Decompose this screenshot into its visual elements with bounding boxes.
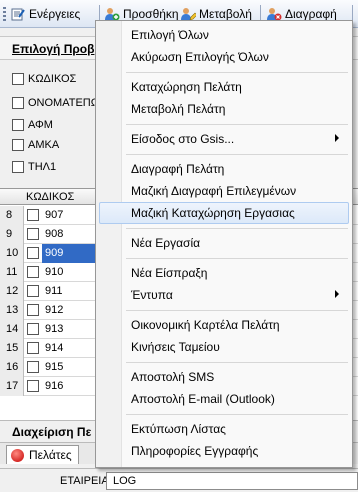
- filter-name[interactable]: ΟΝΟΜΑΤΕΠΩ: [12, 96, 99, 110]
- context-menu: Επιλογή Όλων Ακύρωση Επιλογής Όλων Καταχ…: [95, 20, 353, 468]
- menu-item-bulk-add-task[interactable]: Μαζική Καταχώρηση Εργασιας: [99, 202, 349, 224]
- menu-separator: [126, 72, 348, 73]
- edit-label: Μεταβολή: [199, 7, 252, 21]
- actions-label: Ενέργειες: [29, 7, 81, 21]
- menu-item-send-email[interactable]: Αποστολή E-mail (Outlook): [99, 388, 349, 410]
- menu-item-gsis-label: Είσοδος στο Gsis...: [131, 132, 235, 146]
- row-number: 9: [0, 225, 24, 244]
- row-checkbox[interactable]: [27, 304, 39, 316]
- row-number: 16: [0, 358, 24, 377]
- menu-item-cash-movements[interactable]: Κινήσεις Ταμείου: [99, 336, 349, 358]
- menu-item-record-info[interactable]: Πληροφορίες Εγγραφής: [99, 440, 349, 462]
- menu-item-forms-label: Έντυπα: [131, 288, 173, 302]
- menu-separator: [126, 414, 348, 415]
- row-number: 8: [0, 206, 24, 225]
- filter-label: ΟΝΟΜΑΤΕΠΩ: [28, 97, 99, 109]
- actions-icon: [10, 6, 26, 22]
- menu-item-deselect-all[interactable]: Ακύρωση Επιλογής Όλων: [99, 46, 349, 68]
- menu-separator: [126, 258, 348, 259]
- delete-label: Διαγραφή: [285, 7, 337, 21]
- submenu-arrow-icon: [335, 134, 339, 142]
- row-number: 15: [0, 339, 24, 358]
- filter-label: ΚΩΔΙΚΟΣ: [28, 73, 77, 85]
- company-field[interactable]: LOG: [106, 472, 358, 490]
- column-header-code[interactable]: ΚΩΔΙΚΟΣ: [26, 191, 74, 203]
- filter-code[interactable]: ΚΩΔΙΚΟΣ: [12, 72, 76, 86]
- menu-item-send-sms[interactable]: Αποστολή SMS: [99, 366, 349, 388]
- menu-item-financial-card[interactable]: Οικονομική Καρτέλα Πελάτη: [99, 314, 349, 336]
- management-panel-title: Διαχείριση Πε: [12, 425, 92, 439]
- menu-separator: [126, 154, 348, 155]
- tab-customers[interactable]: Πελάτες: [6, 445, 79, 464]
- filter-checkbox[interactable]: [12, 97, 24, 109]
- row-checkbox[interactable]: [27, 361, 39, 373]
- menu-item-delete-customer[interactable]: Διαγραφή Πελάτη: [99, 158, 349, 180]
- menu-item-forms[interactable]: Έντυπα: [99, 284, 349, 306]
- menu-item-new-receipt[interactable]: Νέα Είσπραξη: [99, 262, 349, 284]
- menu-item-gsis-login[interactable]: Είσοδος στο Gsis...: [99, 128, 349, 150]
- menu-item-add-customer[interactable]: Καταχώρηση Πελάτη: [99, 76, 349, 98]
- row-checkbox[interactable]: [27, 209, 39, 221]
- status-bar: ΕΤΑΙΡΕΙΑ: LOG: [0, 468, 358, 492]
- filter-label: ΑΦΜ: [28, 119, 53, 131]
- row-checkbox[interactable]: [27, 228, 39, 240]
- menu-item-print-list[interactable]: Εκτύπωση Λίστας: [99, 418, 349, 440]
- menu-item-bulk-delete[interactable]: Μαζική Διαγραφή Επιλεγμένων: [99, 180, 349, 202]
- tab-customers-label: Πελάτες: [29, 448, 72, 462]
- menu-separator: [126, 362, 348, 363]
- row-code[interactable]: 912: [42, 301, 98, 320]
- row-checkbox[interactable]: [27, 380, 39, 392]
- row-number: 13: [0, 301, 24, 320]
- row-code[interactable]: 907: [42, 206, 98, 225]
- customers-tab-icon: [11, 448, 24, 462]
- row-code[interactable]: 908: [42, 225, 98, 244]
- row-code[interactable]: 915: [42, 358, 98, 377]
- filter-checkbox[interactable]: [12, 119, 24, 131]
- menu-separator: [126, 228, 348, 229]
- menu-item-select-all[interactable]: Επιλογή Όλων: [99, 24, 349, 46]
- row-checkbox[interactable]: [27, 266, 39, 278]
- row-number: 12: [0, 282, 24, 301]
- row-checkbox[interactable]: [27, 342, 39, 354]
- row-number: 17: [0, 377, 24, 396]
- row-code[interactable]: 910: [42, 263, 98, 282]
- filter-checkbox[interactable]: [12, 73, 24, 85]
- actions-button[interactable]: Ενέργειες: [10, 4, 80, 24]
- selection-panel-title: Επιλογή Προβ: [12, 42, 95, 56]
- filter-label: ΑΜΚΑ: [28, 139, 60, 151]
- row-code[interactable]: 909: [42, 244, 98, 263]
- submenu-arrow-icon: [335, 290, 339, 298]
- filter-phone[interactable]: ΤΗΛ1: [12, 160, 56, 174]
- row-code[interactable]: 914: [42, 339, 98, 358]
- row-checkbox[interactable]: [27, 323, 39, 335]
- row-code[interactable]: 916: [42, 377, 98, 396]
- filter-afm[interactable]: ΑΦΜ: [12, 118, 53, 132]
- row-number: 10: [0, 244, 24, 263]
- company-label: ΕΤΑΙΡΕΙΑ:: [60, 475, 112, 487]
- row-code[interactable]: 913: [42, 320, 98, 339]
- toolbar-grip[interactable]: [3, 7, 6, 21]
- menu-separator: [126, 310, 348, 311]
- menu-separator: [126, 124, 348, 125]
- add-label: Προσθήκη: [123, 7, 179, 21]
- row-number: 11: [0, 263, 24, 282]
- filter-checkbox[interactable]: [12, 161, 24, 173]
- filter-amka[interactable]: ΑΜΚΑ: [12, 138, 59, 152]
- filter-checkbox[interactable]: [12, 139, 24, 151]
- menu-item-new-task[interactable]: Νέα Εργασία: [99, 232, 349, 254]
- row-checkbox[interactable]: [27, 285, 39, 297]
- row-number: 14: [0, 320, 24, 339]
- menu-item-edit-customer[interactable]: Μεταβολή Πελάτη: [99, 98, 349, 120]
- row-code[interactable]: 911: [42, 282, 98, 301]
- filter-label: ΤΗΛ1: [28, 161, 57, 173]
- row-checkbox[interactable]: [27, 247, 39, 259]
